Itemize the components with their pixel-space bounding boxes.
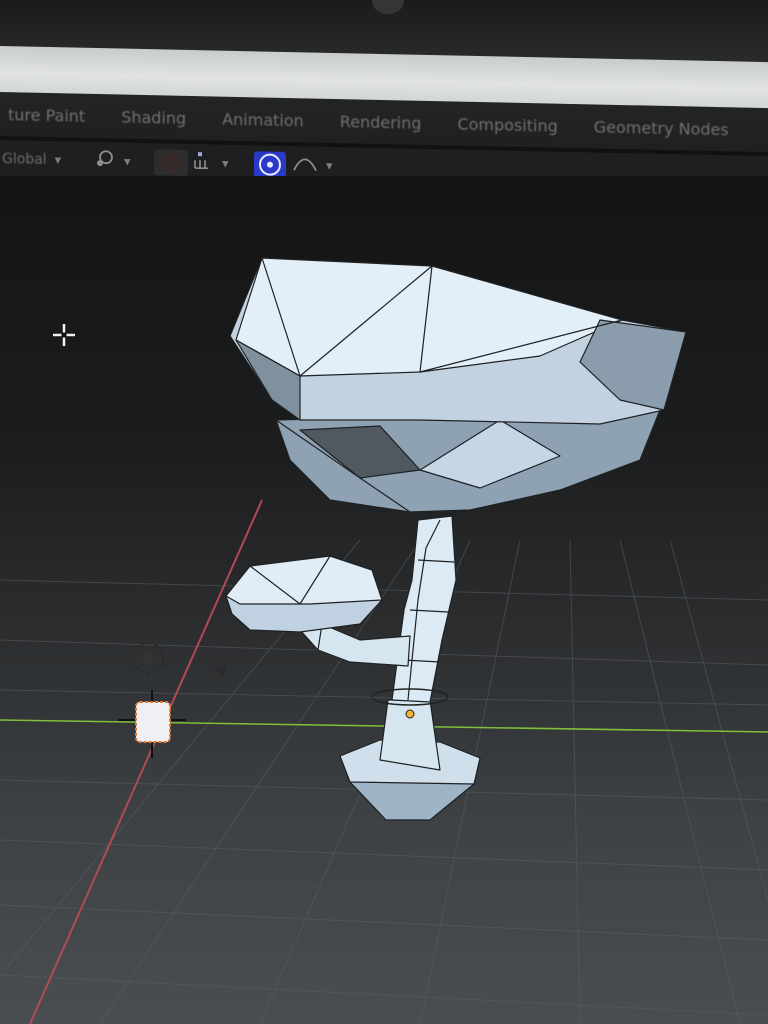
3d-cursor-icon bbox=[53, 324, 75, 346]
tab-shading[interactable]: Shading bbox=[103, 107, 204, 128]
object-origin-dot bbox=[405, 709, 415, 719]
3d-viewport[interactable] bbox=[0, 176, 768, 1024]
snap-increment-icon bbox=[192, 150, 214, 177]
light-object-icon bbox=[132, 642, 164, 674]
cube-object bbox=[135, 701, 171, 743]
tab-compositing[interactable]: Compositing bbox=[439, 114, 575, 136]
tab-texture-paint[interactable]: ture Paint bbox=[0, 104, 103, 126]
tab-animation[interactable]: Animation bbox=[204, 109, 322, 130]
tab-rendering[interactable]: Rendering bbox=[322, 111, 440, 133]
orientation-label: Global bbox=[2, 151, 47, 168]
pivot-point-icon bbox=[94, 147, 116, 174]
chevron-down-icon: ▾ bbox=[326, 158, 333, 174]
pivot-point-dropdown[interactable]: ▾ bbox=[94, 148, 144, 175]
snap-target-dropdown[interactable]: ▾ bbox=[192, 150, 240, 177]
webcam-housing bbox=[372, 0, 404, 14]
proportional-editing-button[interactable] bbox=[254, 151, 286, 178]
proportional-editing-icon bbox=[259, 153, 281, 176]
tree-mesh bbox=[225, 257, 687, 821]
camera-object-icon bbox=[214, 664, 228, 676]
tab-geometry-nodes[interactable]: Geometry Nodes bbox=[576, 117, 747, 140]
chevron-down-icon: ▾ bbox=[222, 156, 229, 172]
viewport-scene bbox=[0, 257, 768, 1024]
transform-orientation-dropdown[interactable]: Global ▾ bbox=[0, 146, 78, 174]
snap-toggle-button[interactable] bbox=[154, 149, 188, 176]
x-axis-line bbox=[29, 499, 263, 1024]
chevron-down-icon: ▾ bbox=[54, 152, 62, 168]
chevron-down-icon: ▾ bbox=[124, 154, 131, 170]
magnet-icon bbox=[161, 152, 181, 173]
